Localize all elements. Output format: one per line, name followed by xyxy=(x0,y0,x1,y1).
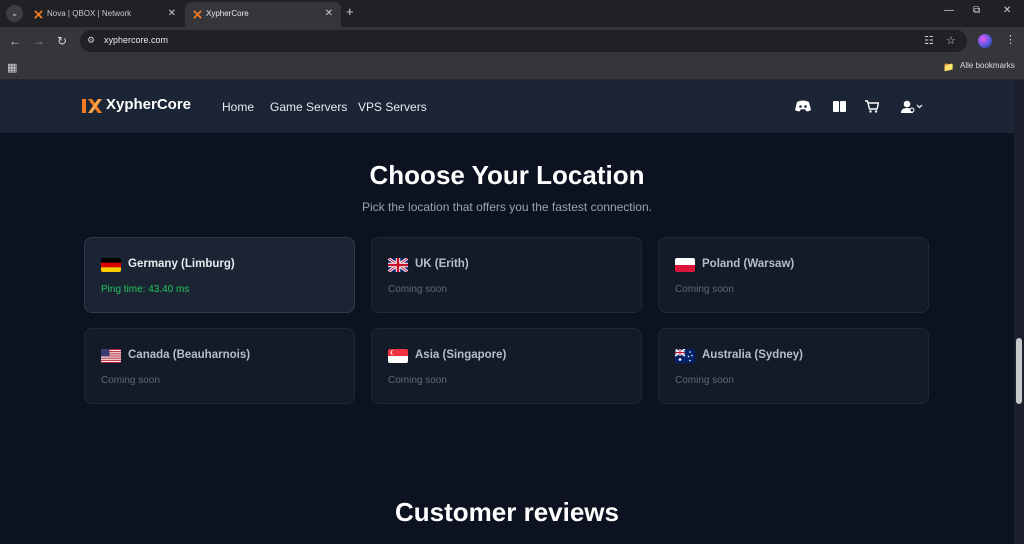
location-card-singapore[interactable]: Asia (Singapore) Coming soon xyxy=(371,328,642,404)
coming-soon-label: Coming soon xyxy=(388,375,447,386)
browser-tab-xyphercore[interactable]: XypherCore ✕ xyxy=(185,2,341,27)
restore-icon[interactable]: ⧉ xyxy=(973,5,980,16)
address-bar[interactable]: ⚙ xyphercore.com ☷ ☆ xyxy=(80,30,967,52)
new-tab-button[interactable]: + xyxy=(346,4,354,19)
translate-icon[interactable]: ☷ xyxy=(924,34,934,47)
location-card-poland[interactable]: Poland (Warsaw) Coming soon xyxy=(658,237,929,313)
browser-tabstrip: ⌄ Nova | QBOX | Network ✕ XypherCore ✕ +… xyxy=(0,0,1024,27)
coming-soon-label: Coming soon xyxy=(101,375,160,386)
book-icon[interactable] xyxy=(833,101,846,112)
scrollbar-thumb[interactable] xyxy=(1016,338,1022,404)
ping-time: Ping time: 43.40 ms xyxy=(101,284,190,295)
location-name: UK (Erith) xyxy=(415,258,469,270)
singapore-flag-icon xyxy=(388,349,408,363)
url-text[interactable]: xyphercore.com xyxy=(104,35,168,45)
location-name: Poland (Warsaw) xyxy=(702,258,795,270)
uk-flag-icon xyxy=(388,258,408,272)
tab-title: Nova | QBOX | Network xyxy=(47,9,132,18)
bookmark-star-icon[interactable]: ☆ xyxy=(946,34,956,47)
location-section-subtitle: Pick the location that offers you the fa… xyxy=(362,200,652,214)
poland-flag-icon xyxy=(675,258,695,272)
coming-soon-label: Coming soon xyxy=(675,284,734,295)
location-name: Germany (Limburg) xyxy=(128,258,235,270)
reviews-section-title: Customer reviews xyxy=(395,497,619,527)
xyphercore-favicon-icon xyxy=(193,10,202,19)
discord-icon[interactable] xyxy=(795,100,811,112)
brand-name[interactable]: XypherCore xyxy=(106,96,191,113)
location-card-germany[interactable]: Germany (Limburg) Ping time: 43.40 ms xyxy=(84,237,355,313)
nav-home[interactable]: Home xyxy=(222,100,254,114)
coming-soon-label: Coming soon xyxy=(388,284,447,295)
forward-icon[interactable]: → xyxy=(33,34,45,48)
cart-icon[interactable] xyxy=(865,100,879,113)
browser-tab-nova[interactable]: Nova | QBOX | Network ✕ xyxy=(26,2,184,27)
location-name: Asia (Singapore) xyxy=(415,349,507,361)
location-card-uk[interactable]: UK (Erith) Coming soon xyxy=(371,237,642,313)
web-page: XypherCore Home Game Servers VPS Servers… xyxy=(0,80,1014,544)
tab-title: XypherCore xyxy=(206,9,249,18)
folder-icon: 📁 xyxy=(943,62,955,72)
coming-soon-label: Coming soon xyxy=(675,375,734,386)
nova-favicon-icon xyxy=(34,10,43,19)
close-window-icon[interactable]: ✕ xyxy=(1003,5,1011,16)
location-name: Australia (Sydney) xyxy=(702,349,803,361)
australia-flag-icon xyxy=(675,349,695,363)
germany-flag-icon xyxy=(101,258,121,272)
all-bookmarks-link[interactable]: Alle bookmarks xyxy=(960,61,1015,70)
browser-toolbar: ← → ↻ ⚙ xyphercore.com ☷ ☆ ⋮ xyxy=(0,27,1024,56)
back-icon[interactable]: ← xyxy=(9,34,21,48)
us-flag-icon xyxy=(101,349,121,363)
location-card-canada[interactable]: Canada (Beauharnois) Coming soon xyxy=(84,328,355,404)
bookmarks-bar: ▦ 📁 Alle bookmarks xyxy=(0,56,1024,80)
minimize-icon[interactable]: — xyxy=(944,5,954,16)
nav-game-servers[interactable]: Game Servers xyxy=(270,100,347,114)
page-scrollbar[interactable] xyxy=(1014,80,1024,544)
nav-vps-servers[interactable]: VPS Servers xyxy=(358,100,427,114)
site-info-icon[interactable]: ⚙ xyxy=(87,35,95,46)
apps-grid-icon[interactable]: ▦ xyxy=(7,61,17,74)
xyphercore-logo-icon[interactable] xyxy=(82,99,102,113)
close-tab-icon[interactable]: ✕ xyxy=(168,2,176,26)
user-icon[interactable] xyxy=(901,100,924,113)
location-card-australia[interactable]: Australia (Sydney) Coming soon xyxy=(658,328,929,404)
location-section-title: Choose Your Location xyxy=(369,160,645,190)
browser-menu-icon[interactable]: ⋮ xyxy=(1005,33,1016,46)
close-tab-icon[interactable]: ✕ xyxy=(325,2,333,26)
reload-icon[interactable]: ↻ xyxy=(57,34,67,48)
location-name: Canada (Beauharnois) xyxy=(128,349,251,361)
profile-avatar[interactable] xyxy=(978,34,992,48)
site-header: XypherCore Home Game Servers VPS Servers xyxy=(0,80,1014,133)
tab-search-button[interactable]: ⌄ xyxy=(6,5,23,22)
